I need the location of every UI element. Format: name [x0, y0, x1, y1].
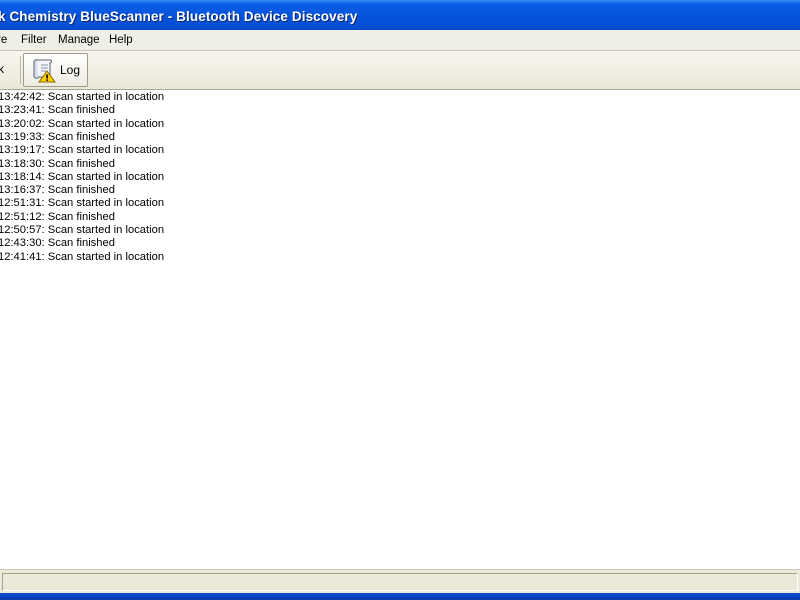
log-button[interactable]: Log [23, 53, 88, 87]
log-line: 12:41:41: Scan started in location [0, 250, 165, 263]
log-line: 12:50:57: Scan started in location [0, 224, 165, 236]
log-line: 13:20:02: Scan started in location [0, 117, 165, 130]
log-line: 12:51:31: Scan started in location [0, 197, 165, 210]
log-line: 12:51:12: Scan finished [0, 210, 115, 223]
window-bottom-border [0, 593, 800, 600]
menu-filter[interactable]: Filter [21, 30, 47, 50]
log-line: 13:19:17: Scan started in location [0, 144, 165, 157]
log-area[interactable]: 13:42:42: Scan started in location 13:23:… [0, 90, 800, 568]
toolbar: k Log [0, 51, 800, 90]
menu-bar: re Filter Manage Help [0, 30, 800, 50]
log-line: 13:18:30: Scan finished [0, 157, 115, 170]
menu-help[interactable]: Help [109, 30, 133, 50]
log-line: 13:16:37: Scan finished [0, 184, 115, 197]
window-title: k Chemistry BlueScanner - Bluetooth Devi… [0, 9, 358, 24]
log-line: 13:23:41: Scan finished [0, 104, 115, 117]
toolbar-button-partial-label: k [0, 62, 4, 76]
log-scroll-warning-icon [33, 59, 56, 83]
toolbar-button-partial[interactable]: k [0, 53, 18, 85]
menu-manage[interactable]: Manage [58, 30, 100, 50]
title-bar[interactable]: k Chemistry BlueScanner - Bluetooth Devi… [0, 0, 800, 34]
status-panel [2, 573, 798, 591]
toolbar-divider [20, 56, 21, 84]
menu-file-partial[interactable]: re [0, 30, 7, 50]
status-bar [0, 568, 800, 594]
log-button-label: Log [60, 63, 81, 77]
log-line: 13:42:42: Scan started in location [0, 91, 165, 103]
log-line: 13:18:14: Scan started in location [0, 170, 165, 183]
log-line: 13:19:33: Scan finished [0, 130, 115, 143]
log-line: 12:43:30: Scan finished [0, 237, 115, 250]
